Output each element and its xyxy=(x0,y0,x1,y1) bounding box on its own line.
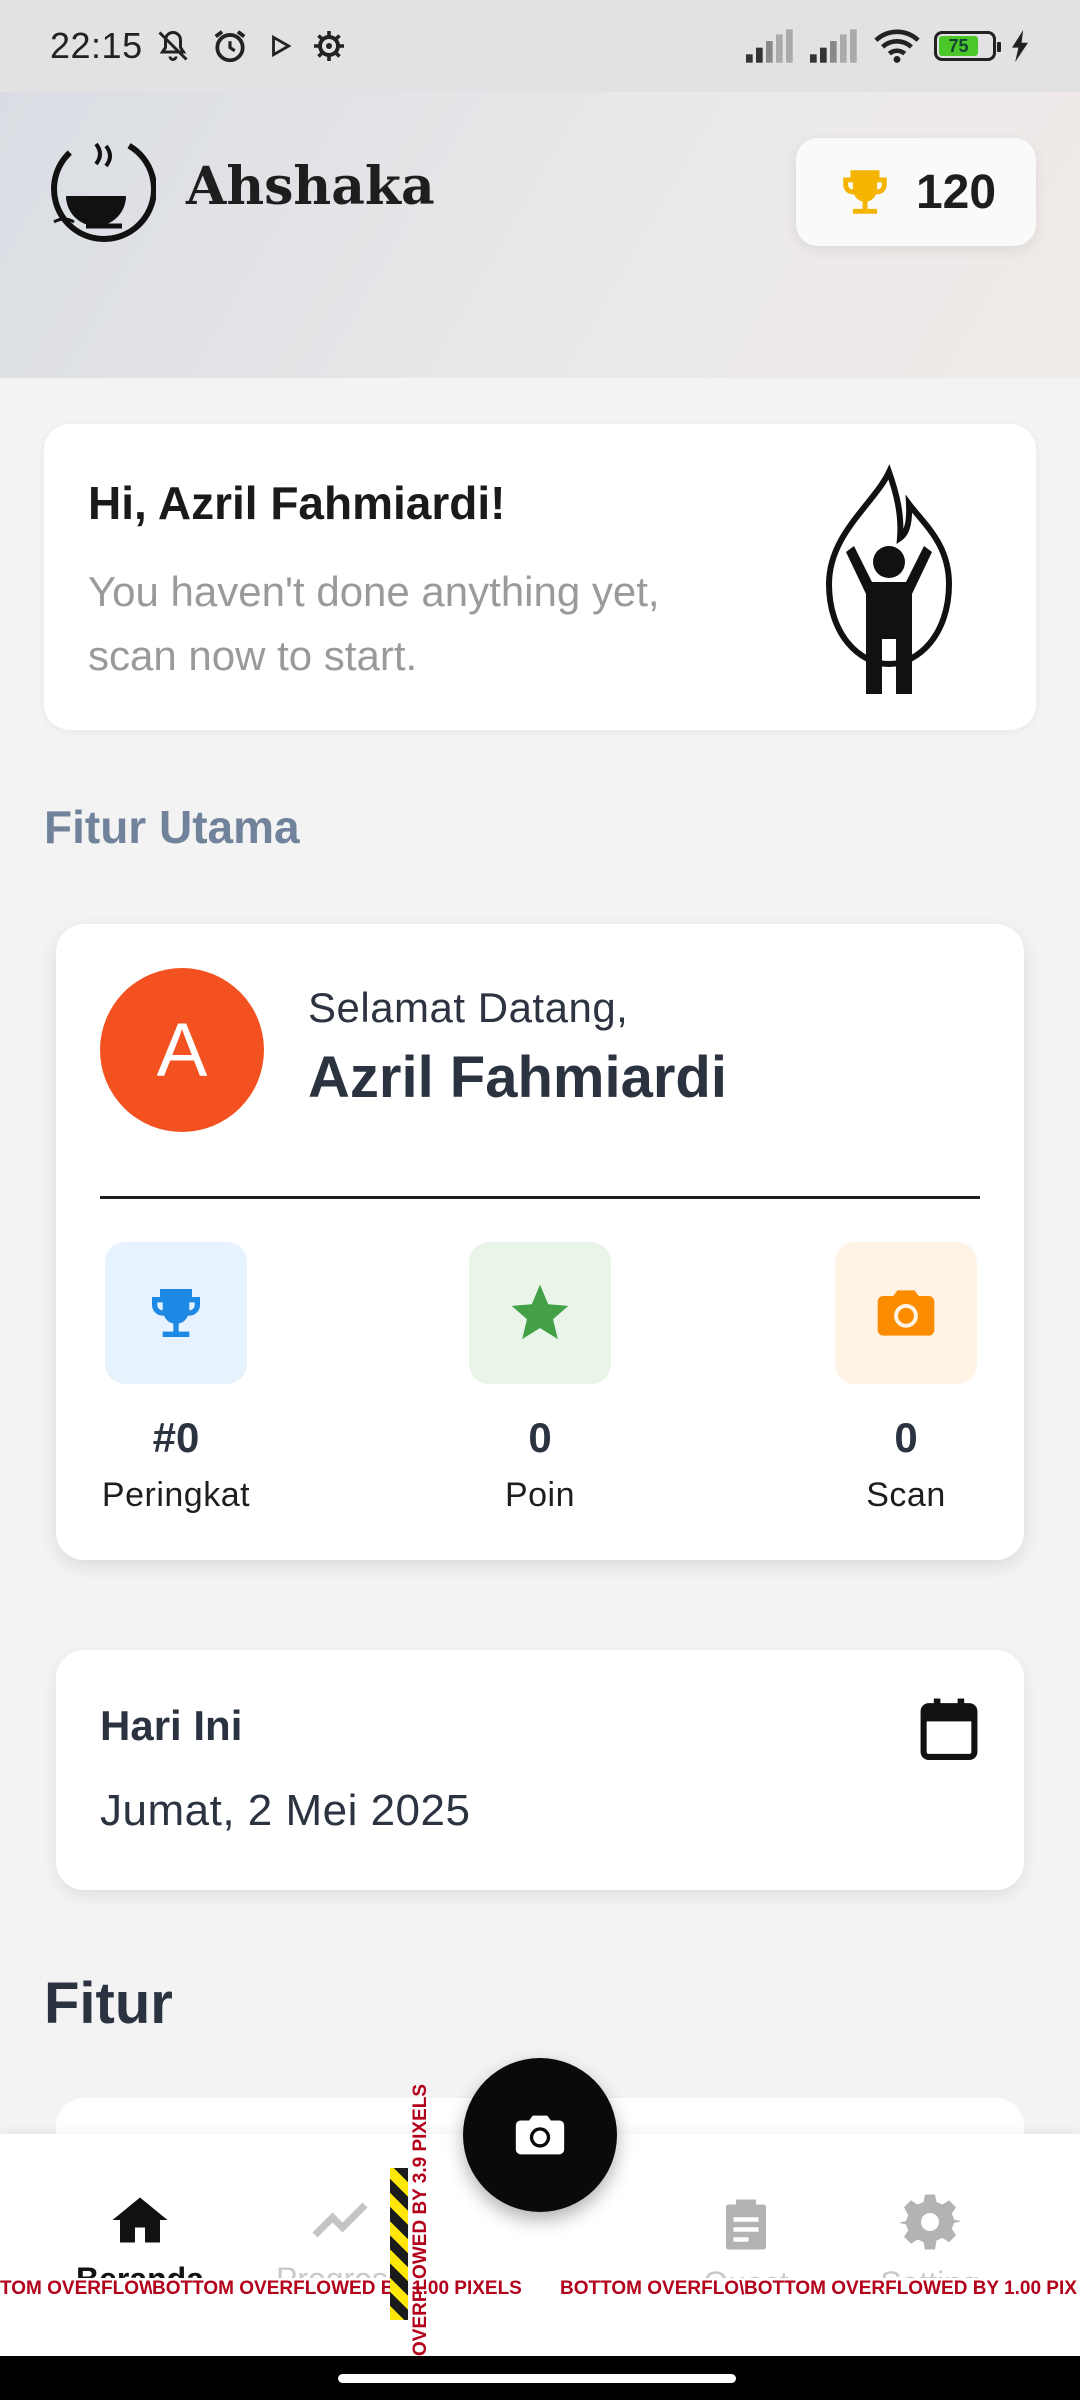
system-nav-bar xyxy=(0,2356,1080,2400)
signal-icon xyxy=(746,29,793,63)
app-logo-icon xyxy=(50,136,156,242)
stat-rank-value: #0 xyxy=(152,1414,200,1461)
overflow-warning: BOTTOM OVERFLO\ xyxy=(560,2278,745,2300)
overflow-warning: BOTTOM OVERFLOWED BY 1.00 PIXELS xyxy=(152,2278,522,2300)
trophy-icon xyxy=(843,170,887,214)
greeting-card: Hi, Azril Fahmiardi! You haven't done an… xyxy=(44,424,1036,730)
nav-item-quest[interactable]: Quest xyxy=(666,2192,826,2291)
overflow-warning: BOTTOM OVERFLOWED BY 1.00 PIX xyxy=(744,2278,1077,2300)
section-title-features: Fitur xyxy=(44,1971,173,2036)
overflow-warning-vertical: OVERFLOWED BY 3.9 PIXELS xyxy=(408,2076,431,2356)
fire-person-icon xyxy=(825,464,953,694)
today-title: Hari Ini xyxy=(100,1702,243,1749)
star-icon xyxy=(511,1284,569,1340)
nav-item-beranda[interactable]: Beranda xyxy=(60,2192,220,2287)
home-icon xyxy=(112,2197,168,2243)
nav-item-setting[interactable]: Setting xyxy=(850,2192,1010,2291)
signal-icon xyxy=(810,29,857,63)
wifi-icon xyxy=(874,29,920,63)
status-time: 22:15 xyxy=(50,25,143,66)
stat-scan-value: 0 xyxy=(894,1414,918,1461)
settings-gear-icon xyxy=(313,31,344,61)
greeting-subtitle: You haven't done anything yet, scan now … xyxy=(88,568,660,679)
stat-points-icon-box xyxy=(469,1242,611,1384)
charging-icon xyxy=(1012,30,1028,62)
play-icon xyxy=(271,34,292,58)
status-bar: 22:15 75 xyxy=(0,0,1080,92)
overflow-stripe xyxy=(390,2168,408,2320)
stat-points[interactable]: 0 Poin xyxy=(440,1242,640,1515)
battery-level: 75 xyxy=(939,36,978,56)
trophy-icon xyxy=(152,1289,200,1337)
today-date: Jumat, 2 Mei 2025 xyxy=(100,1786,471,1835)
calendar-icon[interactable] xyxy=(918,1696,980,1762)
app-header: Ahshaka 120 xyxy=(0,92,1080,378)
stat-scan[interactable]: 0 Scan xyxy=(806,1242,1006,1515)
section-title-main: Fitur Utama xyxy=(44,801,300,853)
today-card: Hari Ini Jumat, 2 Mei 2025 xyxy=(56,1650,1024,1890)
points-chip[interactable]: 120 xyxy=(796,138,1036,246)
overflow-warning: TOM OVERFLOW xyxy=(0,2278,157,2300)
clipboard-icon xyxy=(726,2199,766,2250)
user-name: Azril Fahmiardi xyxy=(308,1045,727,1110)
stat-scan-icon-box xyxy=(835,1242,977,1384)
trending-icon xyxy=(312,2202,368,2238)
stat-scan-label: Scan xyxy=(866,1476,946,1514)
camera-icon xyxy=(515,2115,565,2155)
stat-rank-icon-box xyxy=(105,1242,247,1384)
overflow-vertical-text: OVERFLOWED BY 3.9 PIXELS xyxy=(410,2083,431,2356)
gear-icon xyxy=(898,2194,962,2250)
alarm-icon xyxy=(214,30,245,63)
mute-icon xyxy=(158,30,188,61)
divider xyxy=(100,1196,980,1199)
battery-icon: 75 xyxy=(934,31,1001,61)
camera-icon xyxy=(877,1290,935,1336)
profile-card: A Selamat Datang, Azril Fahmiardi #0 Per… xyxy=(56,924,1024,1560)
points-value: 120 xyxy=(915,165,997,219)
stat-rank[interactable]: #0 Peringkat xyxy=(76,1242,276,1515)
scan-fab[interactable] xyxy=(463,2058,617,2212)
app-title: Ahshaka xyxy=(186,156,435,217)
stat-rank-label: Peringkat xyxy=(101,1476,251,1514)
welcome-text: Selamat Datang, xyxy=(308,984,629,1031)
stat-points-value: 0 xyxy=(528,1414,552,1461)
home-indicator[interactable] xyxy=(338,2374,736,2383)
stat-points-label: Poin xyxy=(504,1476,576,1514)
avatar[interactable]: A xyxy=(100,968,264,1132)
greeting-title: Hi, Azril Fahmiardi! xyxy=(88,477,506,529)
